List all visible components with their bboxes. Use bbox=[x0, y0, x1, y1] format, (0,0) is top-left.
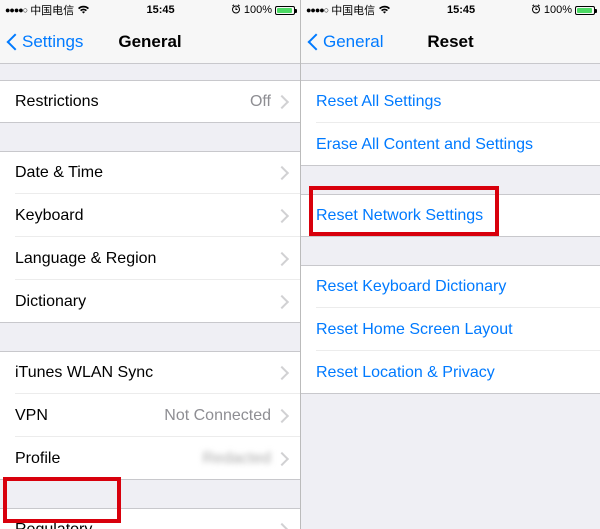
row-reset-network-settings[interactable]: Reset Network Settings bbox=[301, 194, 600, 237]
row-date-time[interactable]: Date & Time bbox=[0, 151, 300, 194]
chevron-left-icon bbox=[307, 32, 319, 52]
alarm-icon bbox=[231, 4, 241, 17]
row-dictionary[interactable]: Dictionary bbox=[0, 280, 300, 323]
row-keyboard[interactable]: Keyboard bbox=[0, 194, 300, 237]
chevron-right-icon bbox=[277, 452, 285, 465]
wifi-icon bbox=[378, 4, 391, 17]
row-vpn[interactable]: VPN Not Connected bbox=[0, 394, 300, 437]
profile-value: Redacted bbox=[203, 450, 272, 468]
chevron-right-icon bbox=[277, 166, 285, 179]
screen-reset: ●●●●○ 中国电信 15:45 100% General Reset Rese… bbox=[300, 0, 600, 529]
alarm-icon bbox=[531, 4, 541, 17]
row-regulatory[interactable]: Regulatory bbox=[0, 508, 300, 529]
chevron-right-icon bbox=[277, 523, 285, 529]
wifi-icon bbox=[77, 4, 90, 17]
battery-icon bbox=[575, 6, 595, 15]
row-reset-home-screen-layout[interactable]: Reset Home Screen Layout bbox=[301, 308, 600, 351]
chevron-right-icon bbox=[277, 252, 285, 265]
status-bar: ●●●●○ 中国电信 15:45 100% bbox=[301, 0, 600, 20]
status-bar: ●●●●○ 中国电信 15:45 100% bbox=[0, 0, 300, 20]
chevron-right-icon bbox=[277, 409, 285, 422]
row-reset-all-settings[interactable]: Reset All Settings bbox=[301, 80, 600, 123]
chevron-right-icon bbox=[277, 209, 285, 222]
row-erase-all-content[interactable]: Erase All Content and Settings bbox=[301, 123, 600, 166]
nav-bar: General Reset bbox=[301, 20, 600, 64]
status-time: 15:45 bbox=[90, 4, 231, 16]
battery-icon bbox=[275, 6, 295, 15]
row-restrictions[interactable]: Restrictions Off bbox=[0, 80, 300, 123]
restrictions-value: Off bbox=[250, 93, 271, 111]
row-reset-location-privacy[interactable]: Reset Location & Privacy bbox=[301, 351, 600, 394]
signal-dots-icon: ●●●●○ bbox=[5, 5, 27, 15]
chevron-right-icon bbox=[277, 366, 285, 379]
chevron-right-icon bbox=[277, 295, 285, 308]
row-language-region[interactable]: Language & Region bbox=[0, 237, 300, 280]
chevron-right-icon bbox=[277, 95, 285, 108]
vpn-value: Not Connected bbox=[164, 407, 271, 425]
carrier-label: 中国电信 bbox=[331, 2, 375, 18]
back-button-general[interactable]: General bbox=[301, 32, 383, 52]
screen-general: ●●●●○ 中国电信 15:45 100% Settings General R… bbox=[0, 0, 300, 529]
battery-pct: 100% bbox=[244, 4, 272, 16]
signal-dots-icon: ●●●●○ bbox=[306, 5, 328, 15]
chevron-left-icon bbox=[6, 32, 18, 52]
carrier-label: 中国电信 bbox=[30, 2, 74, 18]
reset-list: Reset All Settings Erase All Content and… bbox=[301, 64, 600, 394]
general-list: Restrictions Off Date & Time Keyboard La… bbox=[0, 64, 300, 529]
row-reset-keyboard-dictionary[interactable]: Reset Keyboard Dictionary bbox=[301, 265, 600, 308]
row-profile[interactable]: Profile Redacted bbox=[0, 437, 300, 480]
battery-pct: 100% bbox=[544, 4, 572, 16]
status-time: 15:45 bbox=[391, 4, 531, 16]
row-itunes-wlan-sync[interactable]: iTunes WLAN Sync bbox=[0, 351, 300, 394]
nav-bar: Settings General bbox=[0, 20, 300, 64]
back-button-settings[interactable]: Settings bbox=[0, 32, 83, 52]
